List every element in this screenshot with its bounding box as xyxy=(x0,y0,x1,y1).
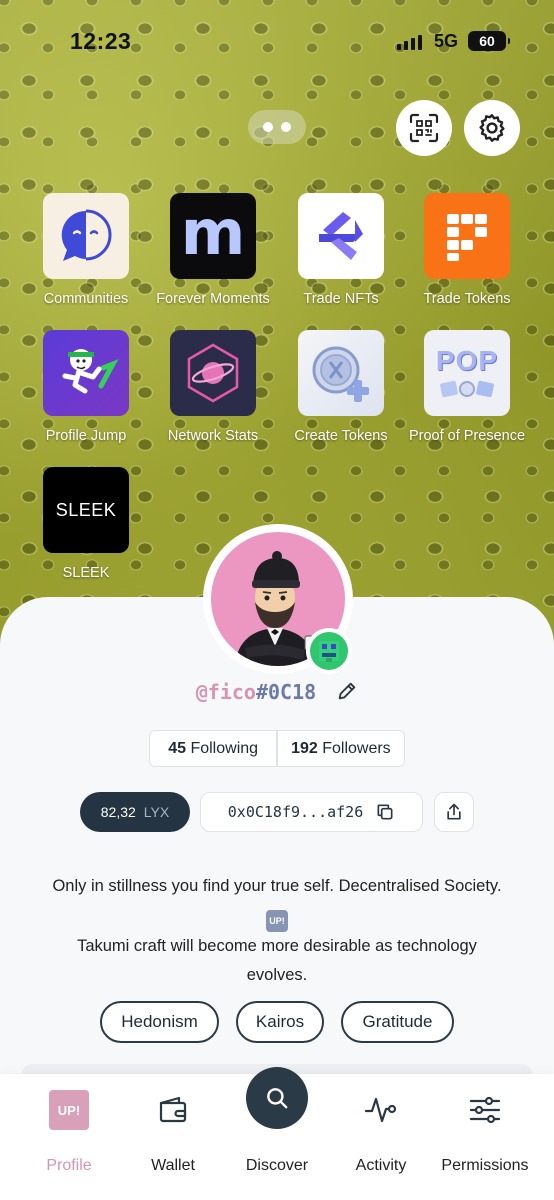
share-button[interactable] xyxy=(434,792,474,832)
app-label: Communities xyxy=(43,291,129,307)
nav-label: Permissions xyxy=(441,1157,529,1174)
network-stats-app-icon xyxy=(170,330,256,416)
profile-jump-app-icon xyxy=(43,330,129,416)
app-trade-tokens[interactable]: Trade Tokens xyxy=(402,193,532,307)
nav-label: Activity xyxy=(355,1157,407,1174)
nav-label: Discover xyxy=(245,1157,309,1174)
app-label: Forever Moments xyxy=(156,291,270,307)
balance-pill[interactable]: 82,32 LYX xyxy=(80,792,190,832)
following-count: 45 xyxy=(168,739,186,757)
signal-icon xyxy=(397,34,422,50)
nav-label: Profile xyxy=(46,1157,92,1174)
tag-chip[interactable]: Kairos xyxy=(236,1001,324,1043)
activity-icon xyxy=(364,1097,397,1123)
status-bar: 12:23 5G 60 xyxy=(0,0,554,80)
qr-scan-button[interactable] xyxy=(396,100,452,156)
app-create-tokens[interactable]: Create Tokens xyxy=(276,330,406,444)
profile-username: @fico xyxy=(195,680,256,704)
proof-of-presence-app-icon: POP xyxy=(424,330,510,416)
nav-permissions[interactable]: Permissions xyxy=(430,1074,540,1175)
followers-stat[interactable]: 192 Followers xyxy=(278,740,404,758)
wallet-icon xyxy=(159,1096,187,1123)
settings-button[interactable] xyxy=(464,100,520,156)
discover-button[interactable] xyxy=(246,1067,308,1129)
bio-line: evolves. xyxy=(246,966,308,984)
app-forever-moments[interactable]: m Forever Moments xyxy=(148,193,278,307)
app-label: Trade Tokens xyxy=(423,291,511,307)
app-network-stats[interactable]: Network Stats xyxy=(148,330,278,444)
app-trade-nfts[interactable]: Trade NFTs xyxy=(276,193,406,307)
address-copy-button[interactable]: 0x0C18f9...af26 xyxy=(200,792,423,832)
sleek-logo: SLEEK xyxy=(55,499,117,520)
balance-value: 82,32 xyxy=(100,804,136,820)
profile-hash: #0C18 xyxy=(255,680,317,704)
search-icon xyxy=(267,1088,288,1109)
network-type: 5G xyxy=(434,31,459,51)
app-label: Create Tokens xyxy=(294,428,388,444)
app-profile-jump[interactable]: Profile Jump xyxy=(21,330,151,444)
app-label: SLEEK xyxy=(62,565,110,581)
app-label: Network Stats xyxy=(167,428,259,444)
edit-pencil-icon[interactable] xyxy=(336,680,358,702)
nav-profile[interactable]: UP! Profile xyxy=(14,1074,124,1175)
bio-line: Takumi craft will become more desirable … xyxy=(77,937,477,955)
profile-handle: @fico#0C18 xyxy=(0,680,554,704)
trade-nfts-app-icon xyxy=(298,193,384,279)
view-toggle-button[interactable] xyxy=(248,110,306,144)
pop-logo: POP xyxy=(435,345,499,376)
follow-stats: 45 Following 192 Followers xyxy=(149,730,405,767)
qr-scan-icon xyxy=(409,113,439,143)
nav-activity[interactable]: Activity xyxy=(326,1074,436,1175)
sliders-icon xyxy=(469,1096,501,1124)
tag-chip[interactable]: Hedonism xyxy=(100,1001,219,1043)
profile-bio: Only in stillness you find your true sel… xyxy=(0,872,554,990)
app-label: Trade NFTs xyxy=(303,291,379,307)
app-communities[interactable]: Communities xyxy=(21,193,151,307)
communities-app-icon xyxy=(43,193,129,279)
app-sleek[interactable]: SLEEK SLEEK xyxy=(21,467,151,581)
universal-profile-identicon xyxy=(306,628,352,674)
app-proof-of-presence[interactable]: POP Proof of Presence xyxy=(402,330,532,444)
app-label: Proof of Presence xyxy=(408,428,526,444)
nav-wallet[interactable]: Wallet xyxy=(118,1074,228,1175)
followers-label: Followers xyxy=(322,739,391,757)
followers-count: 192 xyxy=(291,739,318,757)
following-stat[interactable]: 45 Following xyxy=(150,740,276,758)
up-badge-icon: UP! xyxy=(266,910,288,932)
following-label: Following xyxy=(190,739,259,757)
share-icon xyxy=(447,803,461,820)
balance-unit: LYX xyxy=(143,804,170,820)
sleek-app-icon: SLEEK xyxy=(43,467,129,553)
profile-address: 0x0C18f9...af26 xyxy=(227,803,364,821)
forever-moments-logo: m xyxy=(180,195,246,269)
status-time: 12:23 xyxy=(70,28,132,54)
nav-label: Wallet xyxy=(151,1157,195,1174)
create-tokens-app-icon xyxy=(298,330,384,416)
battery-icon: 60 xyxy=(468,31,510,51)
gear-icon xyxy=(479,114,505,142)
battery-level: 60 xyxy=(479,33,495,49)
app-label: Profile Jump xyxy=(45,428,127,444)
forever-moments-app-icon: m xyxy=(170,193,256,279)
up-profile-icon: UP! xyxy=(49,1090,89,1130)
bio-line: Only in stillness you find your true sel… xyxy=(52,877,502,895)
tag-chip[interactable]: Gratitude xyxy=(341,1001,454,1043)
copy-icon xyxy=(377,804,393,820)
trade-tokens-app-icon xyxy=(424,193,510,279)
